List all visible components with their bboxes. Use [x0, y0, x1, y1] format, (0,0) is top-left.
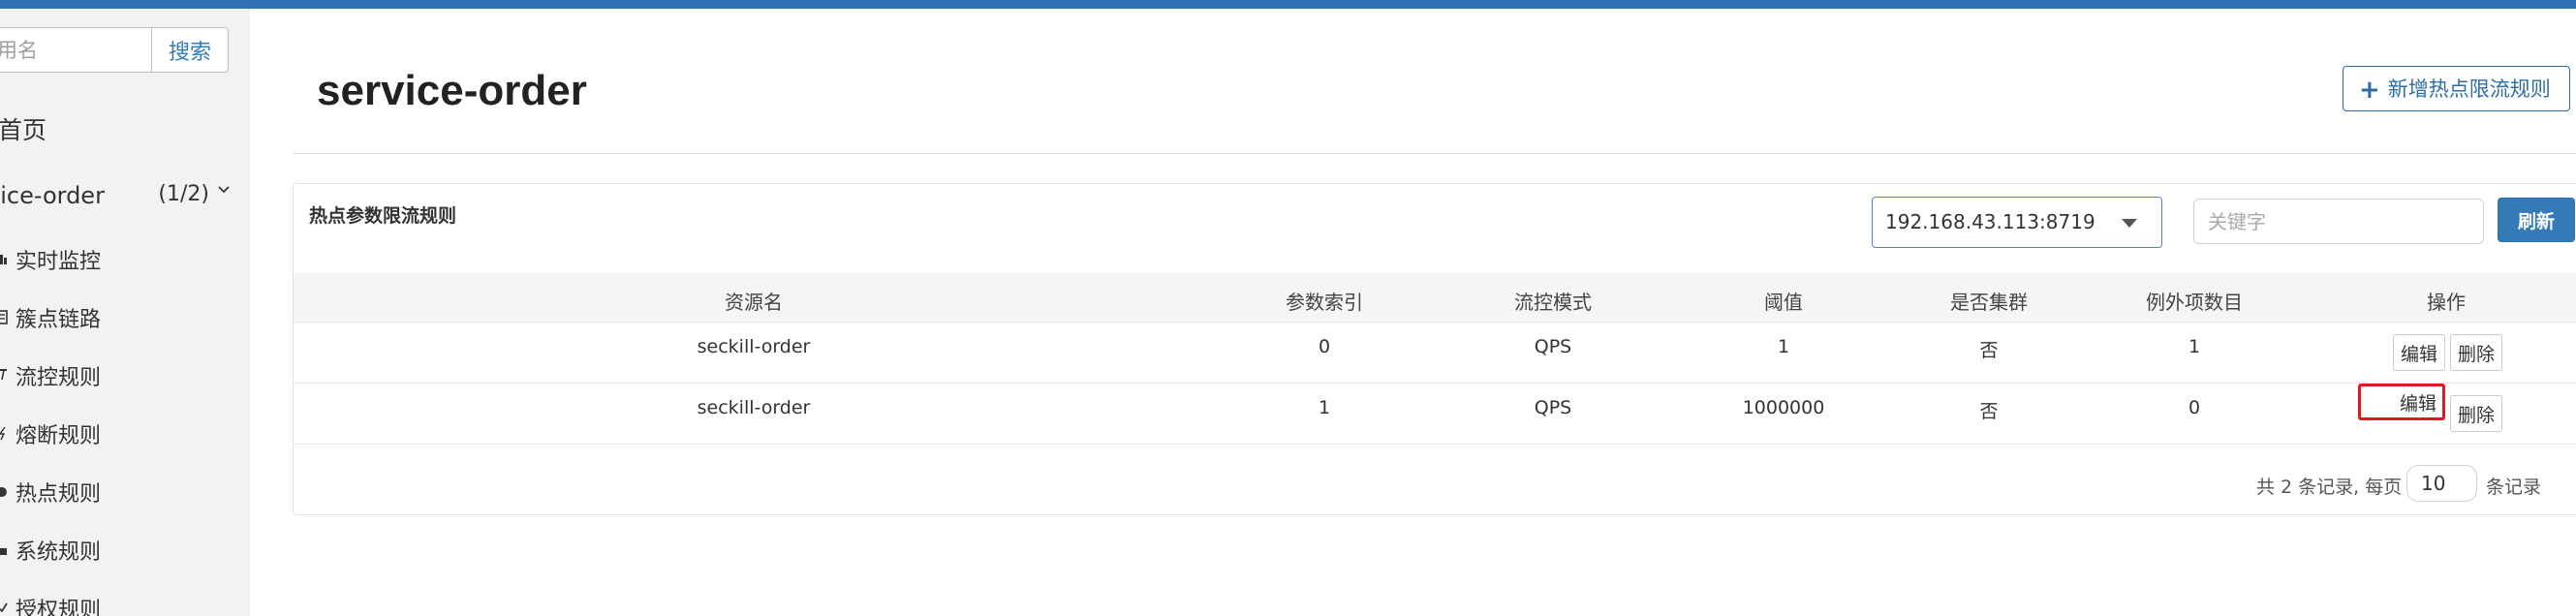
table-header: 资源名 参数索引 流控模式 阈值 是否集群 例外项数目 操作 — [294, 273, 2576, 323]
sidebar-item-label: 实时监控 — [16, 250, 102, 274]
chevron-down-icon — [218, 186, 230, 194]
sidebar-item-degrade-rules[interactable]: 熔断规则 — [0, 414, 236, 452]
sidebar-app-service-order[interactable]: vice-order (1/2) — [0, 178, 231, 217]
sidebar: 搜索 首页 vice-order (1/2) 实时监控 簇点链路 流控规则 熔断… — [0, 9, 250, 616]
table-row: seckill-order 0 QPS 1 否 1 编辑 删除 — [294, 323, 2576, 384]
machine-select[interactable]: 192.168.43.113:8719 — [1872, 197, 2162, 248]
cell-resource: seckill-order — [697, 336, 811, 357]
flash-icon — [0, 426, 6, 441]
bar-chart-icon — [0, 255, 7, 264]
cell-exceptions: 1 — [2188, 336, 2201, 357]
cell-exceptions: 0 — [2188, 397, 2201, 418]
add-hotspot-rule-label: 新增热点限流规则 — [2387, 77, 2551, 101]
cell-threshold: 1 — [1777, 336, 1790, 357]
lock-icon — [0, 548, 7, 555]
cell-cluster: 否 — [1979, 340, 1999, 361]
cell-cluster: 否 — [1979, 401, 1999, 422]
sidebar-item-home[interactable]: 首页 — [0, 111, 47, 146]
column-header-exceptions: 例外项数目 — [2146, 291, 2243, 314]
delete-button[interactable]: 删除 — [2450, 334, 2502, 371]
title-divider — [293, 153, 2576, 154]
filter-icon — [0, 369, 7, 381]
column-header-actions: 操作 — [2427, 291, 2466, 314]
table-row: seckill-order 1 QPS 1000000 否 0 编辑 删除 — [294, 384, 2576, 445]
sidebar-item-resources[interactable]: 簇点链路 — [0, 297, 236, 336]
pagination-suffix: 条记录 — [2486, 477, 2542, 498]
column-header-param-index: 参数索引 — [1286, 291, 1363, 314]
delete-button[interactable]: 删除 — [2450, 395, 2502, 432]
app-instance-count: (1/2) — [158, 182, 209, 206]
check-icon — [0, 602, 8, 613]
plus-icon: + — [2359, 75, 2380, 105]
app-search-button[interactable]: 搜索 — [151, 27, 229, 73]
sidebar-item-monitor[interactable]: 实时监控 — [0, 239, 236, 278]
sidebar-item-label: 流控规则 — [16, 366, 102, 390]
rules-panel: 热点参数限流规则 192.168.43.113:8719 刷新 资源名 参数索引… — [293, 183, 2576, 515]
edit-button[interactable]: 编辑 — [2393, 334, 2445, 371]
add-hotspot-rule-button[interactable]: + 新增热点限流规则 — [2343, 66, 2570, 111]
cell-param-index: 1 — [1318, 397, 1331, 418]
column-header-mode: 流控模式 — [1514, 291, 1592, 314]
edit-button-highlighted[interactable]: 编辑 — [2358, 384, 2445, 420]
fire-icon — [0, 487, 7, 497]
column-header-resource: 资源名 — [725, 291, 783, 314]
sidebar-item-label: 授权规则 — [16, 599, 102, 616]
machine-select-value: 192.168.43.113:8719 — [1885, 210, 2095, 233]
pagination-summary: 共 2 条记录, 每页 — [2256, 477, 2403, 498]
cell-mode: QPS — [1534, 336, 1572, 357]
cell-param-index: 0 — [1318, 336, 1331, 357]
app-search-input[interactable] — [0, 27, 151, 73]
panel-title: 热点参数限流规则 — [309, 205, 457, 227]
page-size-input[interactable] — [2406, 465, 2477, 502]
sidebar-item-label: 系统规则 — [16, 540, 102, 565]
sidebar-item-system-rules[interactable]: 系统规则 — [0, 530, 236, 569]
sidebar-item-label: 热点规则 — [16, 482, 102, 507]
sidebar-item-hotspot-rules[interactable]: 热点规则 — [0, 472, 236, 510]
column-header-cluster: 是否集群 — [1950, 291, 2028, 314]
app-name: vice-order — [0, 182, 105, 209]
sidebar-item-flow-rules[interactable]: 流控规则 — [0, 355, 236, 394]
page-title: service-order — [317, 67, 587, 114]
column-header-threshold: 阈值 — [1764, 291, 1803, 314]
caret-down-icon — [2122, 219, 2137, 228]
list-icon — [0, 310, 8, 324]
cell-threshold: 1000000 — [1742, 397, 1825, 418]
refresh-button[interactable]: 刷新 — [2498, 198, 2575, 242]
top-bar — [0, 0, 2576, 9]
sidebar-item-label: 熔断规则 — [16, 424, 102, 448]
keyword-input[interactable] — [2193, 199, 2484, 244]
sidebar-item-authority-rules[interactable]: 授权规则 — [0, 588, 236, 616]
cell-resource: seckill-order — [697, 397, 811, 418]
cell-mode: QPS — [1534, 397, 1572, 418]
sidebar-item-label: 簇点链路 — [16, 308, 102, 332]
